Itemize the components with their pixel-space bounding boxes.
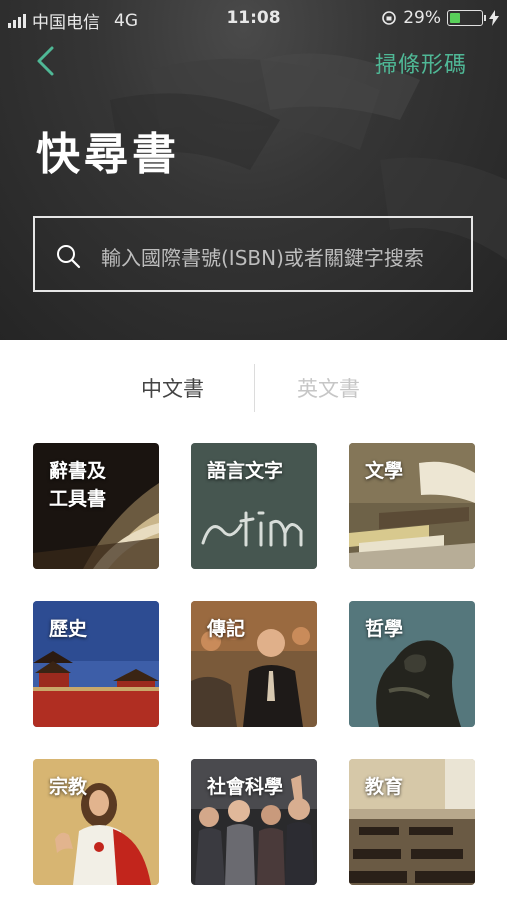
category-language-tile[interactable]: 語言文字 xyxy=(191,443,317,569)
battery-percent: 29% xyxy=(403,8,441,28)
search-icon xyxy=(57,245,81,269)
category-literature-tile[interactable]: 文學 xyxy=(349,443,475,569)
category-biography-tile[interactable]: 傳記 xyxy=(191,601,317,727)
category-label: 社會科學 xyxy=(207,776,284,798)
chevron-left-icon xyxy=(37,46,54,76)
page-title: 快尋書 xyxy=(36,129,180,180)
language-tabs: 中文書 英文書 xyxy=(0,340,507,440)
scan-barcode-button[interactable]: 掃條形碼 xyxy=(375,47,467,79)
category-history-tile[interactable]: 歷史 xyxy=(33,601,159,727)
back-button[interactable] xyxy=(30,44,64,78)
orientation-lock-icon xyxy=(382,11,397,25)
search-input[interactable]: 輸入國際書號(ISBN)或者關鍵字搜索 xyxy=(33,216,473,292)
category-label: 哲學 xyxy=(365,618,404,640)
category-label: 傳記 xyxy=(207,618,246,640)
category-dictionaries-tile[interactable]: 辭書及 工具書 xyxy=(33,443,159,569)
category-label: 辭書及 工具書 xyxy=(49,460,107,510)
charging-bolt-icon xyxy=(489,10,499,26)
category-label: 教育 xyxy=(365,776,404,798)
category-label: 宗教 xyxy=(49,776,88,798)
category-social-science-tile[interactable]: 社會科學 xyxy=(191,759,317,885)
category-philosophy-tile[interactable]: 哲學 xyxy=(349,601,475,727)
category-label: 文學 xyxy=(365,460,404,482)
category-religion-tile[interactable]: 宗教 xyxy=(33,759,159,885)
category-label: 歷史 xyxy=(49,618,88,640)
status-bar: 中国电信 4G 11:08 29% xyxy=(0,0,507,36)
tab-english-books[interactable]: 英文書 xyxy=(297,373,360,403)
tab-chinese-books[interactable]: 中文書 xyxy=(141,373,204,403)
search-placeholder: 輸入國際書號(ISBN)或者關鍵字搜索 xyxy=(101,246,424,270)
tab-divider xyxy=(254,364,255,412)
header-banner: 中国电信 4G 11:08 29% 掃條形碼 快尋書 輸入國際書號(ISBN)或… xyxy=(0,0,507,340)
category-education-tile[interactable]: 教育 xyxy=(349,759,475,885)
category-label: 語言文字 xyxy=(207,460,284,482)
battery-icon xyxy=(447,10,486,26)
